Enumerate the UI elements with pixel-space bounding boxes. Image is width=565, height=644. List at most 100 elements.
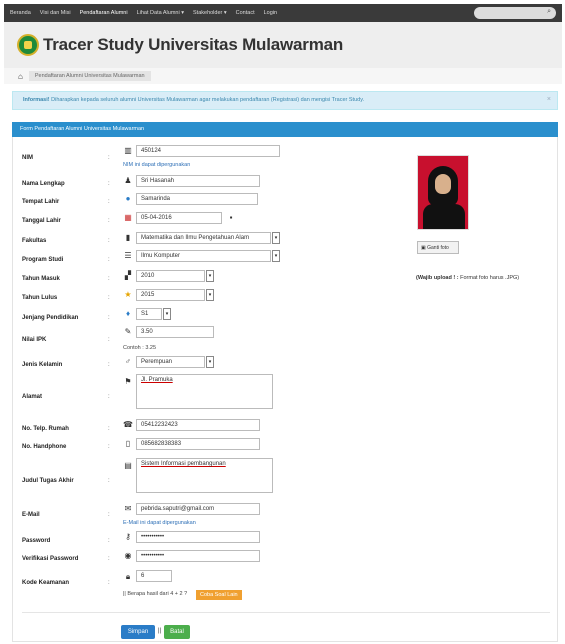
kode-question: || Berapa hasil dari 4 + 2 ? — [123, 591, 188, 597]
nav-stakeholder[interactable]: Stakeholder ▾ — [193, 10, 227, 16]
edit-icon: ✎ — [124, 327, 132, 336]
colon: : — [108, 556, 110, 562]
ipk-label: Nilai IPK — [22, 337, 47, 343]
colon: : — [108, 315, 110, 321]
info-alert: Informasi! Diharapkan kepada seluruh alu… — [12, 91, 558, 110]
colon: : — [108, 580, 110, 586]
colon: : — [108, 337, 110, 343]
colon: : — [108, 538, 110, 544]
fakultas-select[interactable]: Matematika dan Ilmu Pengetahuan Alam — [136, 232, 271, 244]
tahun-masuk-label: Tahun Masuk — [22, 276, 60, 282]
key-icon: ⚷ — [125, 532, 131, 541]
hp-input[interactable]: 085682838383 — [136, 438, 260, 450]
gender-icon: ♂ — [125, 357, 131, 366]
star-icon: ★ — [124, 290, 132, 299]
fakultas-label: Fakultas — [22, 238, 47, 244]
judul-textarea[interactable]: Sistem Informasi pembangunan — [136, 458, 273, 493]
password-label: Password — [22, 538, 51, 544]
mobile-icon: ▯ — [125, 439, 131, 448]
site-header: Tracer Study Universitas Mulawarman — [4, 22, 562, 68]
upload-note-bold: (Wajib upload ! : — [416, 275, 459, 281]
lock-icon: ◉ — [124, 551, 132, 560]
email-input[interactable]: pebrida.saputri@gmail.com — [136, 503, 260, 515]
alamat-textarea[interactable]: Jl. Pramuka — [136, 374, 273, 409]
jenjang-select[interactable]: S1 — [136, 308, 162, 320]
breadcrumb: ⌂ Pendaftaran Alumni Universitas Mulawar… — [4, 68, 562, 84]
info-alert-text: Diharapkan kepada seluruh alumni Univers… — [49, 97, 365, 103]
jenis-kelamin-label: Jenis Kelamin — [22, 362, 63, 368]
colon: : — [108, 512, 110, 518]
colon: : — [108, 444, 110, 450]
chevron-down-icon[interactable]: ▾ — [206, 356, 214, 368]
nav-pendaftaran-alumni[interactable]: Pendaftaran Alumni — [80, 10, 128, 16]
chevron-down-icon[interactable]: ▾ — [163, 308, 171, 320]
change-photo-label: Ganti foto — [427, 245, 449, 251]
alamat-text: Jl. Pramuka — [141, 377, 173, 383]
chevron-down-icon[interactable]: ▾ — [206, 289, 214, 301]
site-title: Tracer Study Universitas Mulawarman — [43, 35, 344, 54]
upload-note: (Wajib upload ! : Format foto harus .JPG… — [416, 275, 519, 281]
alamat-label: Alamat — [22, 394, 43, 400]
nama-input[interactable]: Sri Hasanah — [136, 175, 260, 187]
ipk-input[interactable]: 3.50 — [136, 326, 214, 338]
calendar-icon: ▦ — [124, 213, 132, 222]
nav-contact[interactable]: Contact — [236, 10, 255, 16]
nama-label: Nama Lengkap — [22, 181, 65, 187]
retry-captcha-button[interactable]: Coba Soal Lain — [196, 590, 242, 600]
tahun-lulus-select[interactable]: 2015 — [136, 289, 205, 301]
breadcrumb-current: Pendaftaran Alumni Universitas Mulawarma… — [28, 71, 151, 81]
upload-note-text: Format foto harus .JPG) — [458, 275, 520, 281]
form-title: Form Pendaftaran Alumni Universitas Mula… — [12, 122, 558, 137]
info-alert-title: Informasi! — [23, 97, 50, 103]
ipk-hint: Contoh : 3.25 — [123, 345, 157, 351]
form-panel — [12, 137, 558, 642]
colon: : — [108, 155, 110, 161]
home-icon[interactable]: ⌂ — [18, 72, 23, 81]
university-logo — [17, 34, 39, 56]
search-icon[interactable]: ⌕ — [547, 8, 551, 16]
colon: : — [108, 181, 110, 187]
telp-input[interactable]: 05412232423 — [136, 419, 260, 431]
nim-input[interactable]: 450124 — [136, 145, 280, 157]
close-icon[interactable]: × — [547, 96, 551, 103]
colon: : — [108, 394, 110, 400]
email-hint: E-Mail ini dapat dipergunakan — [123, 520, 196, 526]
search-input[interactable]: ⌕ — [474, 7, 556, 19]
telp-label: No. Telp. Rumah — [22, 426, 69, 432]
map-marker-icon: ● — [125, 194, 131, 203]
graduation-icon: ♦ — [125, 309, 131, 318]
kode-input[interactable]: 6 — [136, 570, 172, 582]
id-card-icon: ▥ — [124, 146, 132, 155]
nav-beranda[interactable]: Beranda — [10, 10, 31, 16]
top-navigation-bar: Beranda Visi dan Misi Pendaftaran Alumni… — [4, 4, 562, 22]
colon: : — [108, 257, 110, 263]
tempat-lahir-input[interactable]: Samarinda — [136, 193, 258, 205]
change-photo-button[interactable]: ▣ Ganti foto — [417, 241, 459, 254]
colon: : — [108, 478, 110, 484]
colon: : — [108, 238, 110, 244]
chevron-down-icon[interactable]: ▾ — [272, 250, 280, 262]
calendar-picker-icon[interactable]: ▪ — [226, 213, 236, 223]
prodi-select[interactable]: Ilmu Komputer — [136, 250, 271, 262]
verif-password-input[interactable]: ••••••••••• — [136, 550, 260, 562]
chevron-down-icon[interactable]: ▾ — [206, 270, 214, 282]
kode-label: Kode Keamanan — [22, 580, 70, 586]
road-icon: ⚑ — [124, 377, 132, 386]
nav-visi-misi[interactable]: Visi dan Misi — [40, 10, 71, 16]
jenis-kelamin-select[interactable]: Perempuan — [136, 356, 205, 368]
chevron-down-icon[interactable]: ▾ — [272, 232, 280, 244]
tahun-lulus-label: Tahun Lulus — [22, 295, 58, 301]
nav-lihat-data-alumni[interactable]: Lihat Data Alumni ▾ — [137, 10, 184, 16]
document-icon: ▤ — [124, 461, 132, 470]
camera-icon: ▣ — [421, 245, 426, 251]
nav-login[interactable]: Login — [264, 10, 277, 16]
judul-text: Sistem Informasi pembangunan — [141, 461, 226, 467]
tahun-masuk-select[interactable]: 2010 — [136, 270, 205, 282]
tanggal-lahir-input[interactable]: 05-04-2016 — [136, 212, 222, 224]
profile-photo — [417, 155, 469, 230]
phone-icon: ☎ — [123, 420, 133, 429]
password-input[interactable]: ••••••••••• — [136, 531, 260, 543]
colon: : — [108, 218, 110, 224]
save-button[interactable]: Simpan — [121, 625, 155, 639]
cancel-button[interactable]: Batal — [164, 625, 190, 639]
